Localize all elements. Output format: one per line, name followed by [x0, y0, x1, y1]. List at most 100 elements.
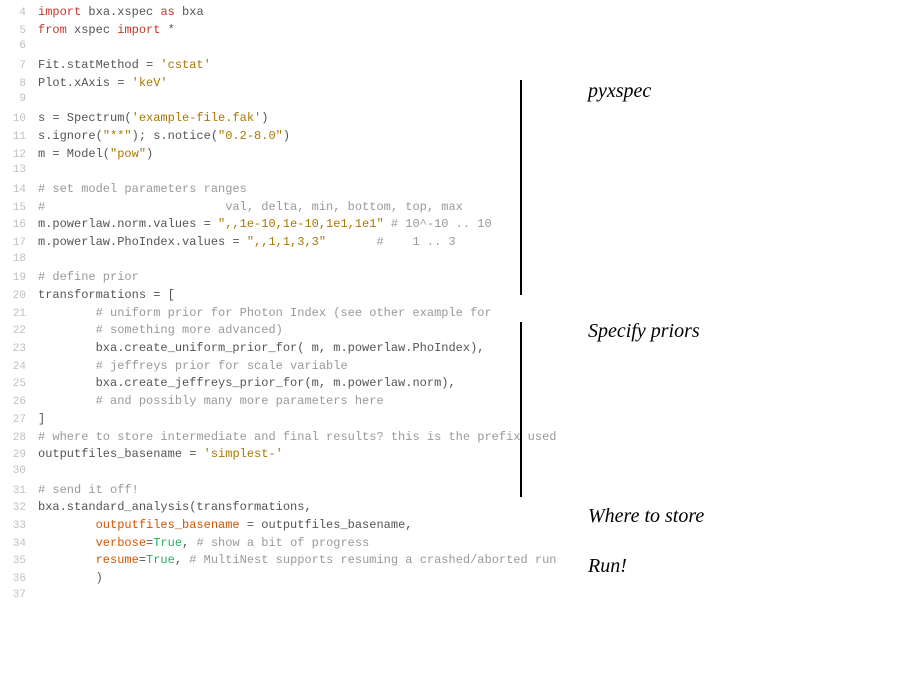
line-number: 9: [10, 93, 38, 105]
token-orange: resume: [96, 553, 139, 567]
code-content: # set model parameters ranges: [38, 182, 247, 196]
code-content: outputfiles_basename = outputfiles_basen…: [38, 518, 412, 532]
token-id: ]: [38, 412, 45, 426]
token-str: 'keV': [132, 76, 168, 90]
token-kw: from: [38, 23, 67, 37]
code-content: from xspec import *: [38, 23, 175, 37]
token-str: "0.2-8.0": [218, 129, 283, 143]
code-line: 34 verbose=True, # show a bit of progres…: [10, 536, 510, 554]
code-line: 22 # something more advanced): [10, 323, 510, 341]
line-number: 17: [10, 237, 38, 249]
token-cmt: # show a bit of progress: [196, 536, 369, 550]
token-id: [38, 553, 96, 567]
token-str: 'cstat': [160, 58, 210, 72]
token-id: Plot.xAxis =: [38, 76, 132, 90]
code-content: resume=True, # MultiNest supports resumi…: [38, 553, 557, 567]
token-id: ,: [175, 553, 189, 567]
line-number: 6: [10, 40, 38, 52]
token-kw: import: [38, 5, 81, 19]
line-number: 29: [10, 449, 38, 461]
token-cmt: # jeffreys prior for scale variable: [96, 359, 348, 373]
token-id: [38, 518, 96, 532]
code-line: 37: [10, 589, 510, 607]
token-cmt: # MultiNest supports resuming a crashed/…: [189, 553, 556, 567]
token-id: bxa.create_jeffreys_prior_for(m, m.power…: [38, 376, 456, 390]
line-number: 15: [10, 202, 38, 214]
code-pane: 4import bxa.xspec as bxa5from xspec impo…: [10, 5, 510, 606]
line-number: 18: [10, 253, 38, 265]
code-line: 33 outputfiles_basename = outputfiles_ba…: [10, 518, 510, 536]
code-content: s = Spectrum('example-file.fak'): [38, 111, 268, 125]
token-id: [384, 217, 391, 231]
code-content: verbose=True, # show a bit of progress: [38, 536, 369, 550]
annotation-label: Specify priors: [588, 320, 700, 343]
token-green: True: [153, 536, 182, 550]
line-number: 13: [10, 164, 38, 176]
code-content: # uniform prior for Photon Index (see ot…: [38, 306, 492, 320]
code-line: 9: [10, 93, 510, 111]
code-line: 31# send it off!: [10, 483, 510, 501]
token-id: bxa: [175, 5, 204, 19]
token-cmt: # val, delta, min, bottom, top, max: [38, 200, 463, 214]
line-number: 36: [10, 573, 38, 585]
line-number: 8: [10, 78, 38, 90]
annotation-bar: [520, 322, 522, 497]
line-number: 20: [10, 290, 38, 302]
token-id: bxa.create_uniform_prior_for( m, m.power…: [38, 341, 484, 355]
token-cmt: # 10^-10 .. 10: [391, 217, 492, 231]
line-number: 10: [10, 113, 38, 125]
token-str: 'example-file.fak': [132, 111, 262, 125]
line-number: 26: [10, 396, 38, 408]
code-content: ]: [38, 412, 45, 426]
token-id: [38, 394, 96, 408]
token-id: ); s.notice(: [132, 129, 218, 143]
code-line: 30: [10, 465, 510, 483]
token-id: m.powerlaw.norm.values =: [38, 217, 218, 231]
code-line: 18: [10, 253, 510, 271]
code-content: # something more advanced): [38, 323, 283, 337]
line-number: 22: [10, 325, 38, 337]
token-cmt: # set model parameters ranges: [38, 182, 247, 196]
code-line: 7Fit.statMethod = 'cstat': [10, 58, 510, 76]
line-number: 28: [10, 432, 38, 444]
code-content: bxa.standard_analysis(transformations,: [38, 500, 312, 514]
token-id: ): [38, 571, 103, 585]
annotation-label: Where to store: [588, 505, 704, 528]
code-content: m.powerlaw.norm.values = ",,1e-10,1e-10,…: [38, 217, 492, 231]
line-number: 11: [10, 131, 38, 143]
code-content: bxa.create_uniform_prior_for( m, m.power…: [38, 341, 484, 355]
token-id: ): [283, 129, 290, 143]
token-id: bxa.standard_analysis(transformations,: [38, 500, 312, 514]
token-id: =: [139, 553, 146, 567]
code-content: # and possibly many more parameters here: [38, 394, 384, 408]
annotation-label: pyxspec: [588, 80, 651, 103]
code-content: import bxa.xspec as bxa: [38, 5, 204, 19]
code-line: 36 ): [10, 571, 510, 589]
code-content: s.ignore("**"); s.notice("0.2-8.0"): [38, 129, 290, 143]
line-number: 34: [10, 538, 38, 550]
token-green: True: [146, 553, 175, 567]
line-number: 23: [10, 343, 38, 355]
token-id: ): [146, 147, 153, 161]
token-str: ",,1e-10,1e-10,1e1,1e1": [218, 217, 384, 231]
token-id: [38, 359, 96, 373]
code-line: 6: [10, 40, 510, 58]
code-line: 29outputfiles_basename = 'simplest-': [10, 447, 510, 465]
token-cmt: # send it off!: [38, 483, 139, 497]
code-line: 16m.powerlaw.norm.values = ",,1e-10,1e-1…: [10, 217, 510, 235]
token-id: Fit.statMethod =: [38, 58, 160, 72]
token-str: "pow": [110, 147, 146, 161]
line-number: 35: [10, 555, 38, 567]
code-line: 35 resume=True, # MultiNest supports res…: [10, 553, 510, 571]
token-kw: as: [160, 5, 174, 19]
annotation-bar: [520, 80, 522, 295]
line-number: 25: [10, 378, 38, 390]
line-number: 7: [10, 60, 38, 72]
code-content: Fit.statMethod = 'cstat': [38, 58, 211, 72]
token-str: ",,1,1,3,3": [247, 235, 326, 249]
token-cmt: # define prior: [38, 270, 139, 284]
code-line: 25 bxa.create_jeffreys_prior_for(m, m.po…: [10, 376, 510, 394]
token-id: ,: [182, 536, 196, 550]
token-id: xspec: [67, 23, 117, 37]
token-cmt: # and possibly many more parameters here: [96, 394, 384, 408]
